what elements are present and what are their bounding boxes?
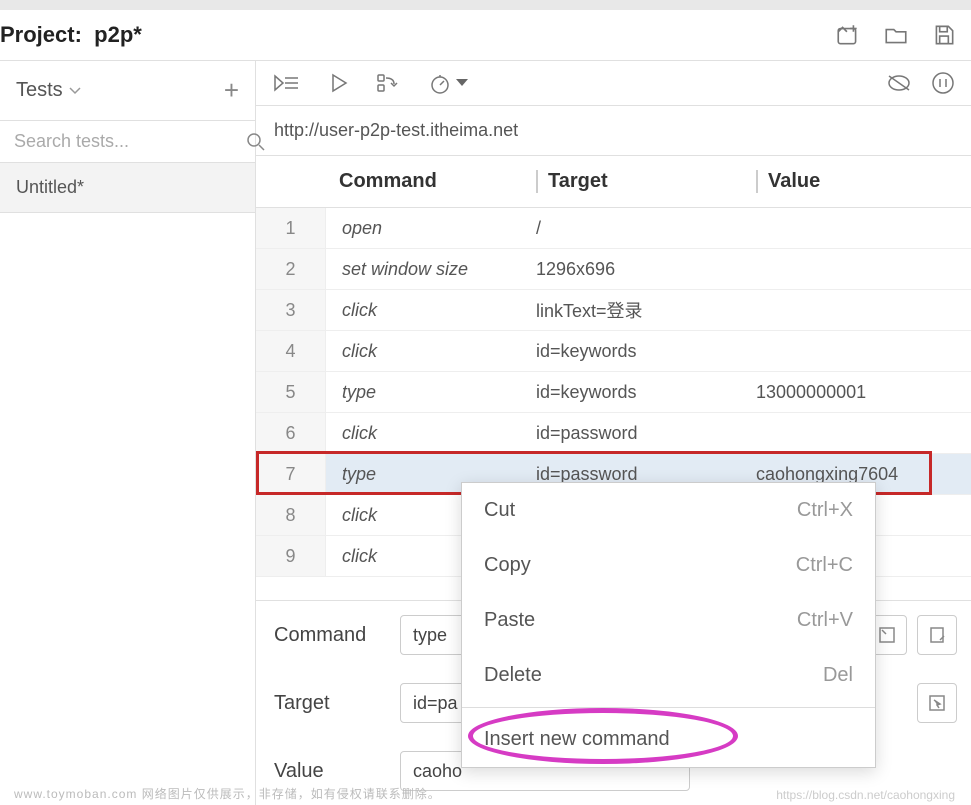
table-header: Command Target Value [256,156,971,208]
row-number: 8 [256,495,326,535]
detail-select-target-button[interactable] [917,683,957,723]
column-target: Target [536,170,756,193]
open-folder-icon[interactable] [883,22,909,48]
context-menu-item[interactable]: Cut Ctrl+X [462,483,875,538]
pause-icon[interactable] [931,71,955,95]
table-row[interactable]: 1open/ [256,208,971,249]
context-menu-label: Copy [484,554,531,577]
detail-doc-button[interactable] [917,615,957,655]
row-target: / [536,218,756,239]
test-item[interactable]: Untitled* [0,163,255,213]
context-menu-shortcut: Del [823,664,853,687]
table-row[interactable]: 6clickid=password [256,413,971,454]
context-menu-shortcut: Ctrl+V [797,609,853,632]
save-icon[interactable] [931,22,957,48]
context-menu-shortcut: Ctrl+C [796,554,853,577]
table-row[interactable]: 5typeid=keywords13000000001 [256,372,971,413]
row-number: 7 [256,454,326,494]
detail-target-label: Target [274,692,400,715]
tests-dropdown[interactable]: Tests [16,79,81,102]
row-command: click [326,300,536,321]
context-menu-label: Delete [484,664,542,687]
row-target: id=keywords [536,341,756,362]
detail-value-label: Value [274,760,400,783]
context-menu-item[interactable]: Paste Ctrl+V [462,593,875,648]
row-target: id=password [536,423,756,444]
new-project-icon[interactable] [835,22,861,48]
row-number: 1 [256,208,326,248]
row-command: set window size [326,259,536,280]
row-number: 4 [256,331,326,371]
context-menu-label: Paste [484,609,535,632]
watermark: www.toymoban.com 网络图片仅供展示，非存储，如有侵权请联系删除。 [14,785,441,802]
project-bar: Project: p2p* [0,10,971,61]
column-command: Command [326,170,536,193]
row-command: click [326,423,536,444]
context-menu-shortcut: Ctrl+X [797,499,853,522]
row-value: 13000000001 [756,382,971,403]
watermark-right: https://blog.csdn.net/caohongxing [776,788,955,802]
context-menu-item[interactable]: Delete Del [462,648,875,703]
disable-breakpoints-icon[interactable] [885,72,913,94]
step-icon[interactable] [376,72,402,94]
context-menu-item[interactable]: Copy Ctrl+C [462,538,875,593]
row-command: click [326,341,536,362]
detail-command-label: Command [274,624,400,647]
search-input[interactable] [14,131,246,152]
column-value: Value [756,170,971,193]
run-icon[interactable] [328,72,350,94]
run-all-icon[interactable] [272,72,302,94]
row-target: linkText=登录 [536,297,756,323]
context-menu: Cut Ctrl+X Copy Ctrl+C Paste Ctrl+V Delete Del I… [461,482,876,768]
table-row[interactable]: 4clickid=keywords [256,331,971,372]
context-menu-label: Insert new command [484,728,670,751]
row-command: type [326,382,536,403]
sidebar: Tests + Untitled* [0,61,256,805]
table-row[interactable]: 3clicklinkText=登录 [256,290,971,331]
row-number: 2 [256,249,326,289]
row-number: 9 [256,536,326,576]
context-menu-item[interactable]: Insert new command [462,712,875,767]
project-title: Project: p2p* [0,22,142,48]
context-menu-divider [462,707,875,708]
toolbar [256,61,971,106]
row-target: id=keywords [536,382,756,403]
context-menu-label: Cut [484,499,515,522]
row-number: 5 [256,372,326,412]
add-test-button[interactable]: + [224,75,239,106]
speed-dropdown[interactable] [428,71,468,95]
row-command: open [326,218,536,239]
row-number: 3 [256,290,326,330]
row-number: 6 [256,413,326,453]
row-target: 1296x696 [536,259,756,280]
base-url-input[interactable]: http://user-p2p-test.itheima.net [256,106,971,156]
table-row[interactable]: 2set window size1296x696 [256,249,971,290]
